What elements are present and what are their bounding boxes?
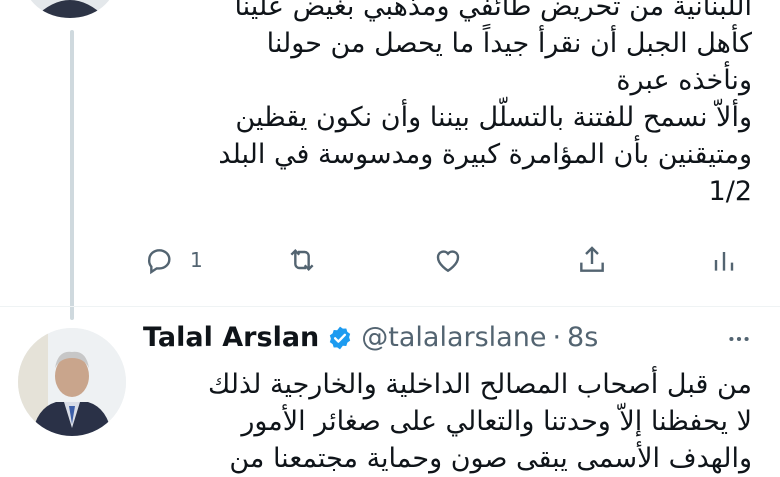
author-handle[interactable]: @talalarslane — [361, 322, 546, 353]
analytics-button[interactable] — [708, 244, 740, 276]
share-button[interactable] — [576, 244, 608, 276]
more-options-button[interactable] — [726, 326, 752, 356]
divider — [0, 306, 780, 307]
avatar[interactable] — [18, 328, 126, 436]
tweet-text: اللبنانية من تحريض طائفي ومذهبي بغيض علي… — [218, 0, 752, 207]
speech-bubble-icon — [148, 249, 171, 275]
tweet-header: Talal Arslan @talalarslane · 8s — [143, 322, 598, 353]
timestamp[interactable]: 8s — [567, 322, 598, 353]
share-icon — [580, 246, 604, 272]
reply-count: 1 — [190, 248, 203, 272]
heart-icon — [436, 250, 460, 273]
tweet-text: من قبل أصحاب المصالح الداخلية والخارجية … — [208, 369, 752, 474]
more-dots-icon — [729, 336, 749, 342]
tweet-actions: 1 — [0, 244, 780, 280]
retweet-button[interactable] — [286, 244, 318, 276]
separator-dot: · — [552, 322, 562, 353]
bar-chart-icon — [714, 252, 734, 271]
author-name[interactable]: Talal Arslan — [143, 322, 319, 353]
retweet-icon — [290, 248, 314, 272]
like-button[interactable] — [432, 244, 464, 276]
reply-button[interactable]: 1 — [144, 244, 203, 276]
verified-badge-icon — [330, 326, 351, 349]
